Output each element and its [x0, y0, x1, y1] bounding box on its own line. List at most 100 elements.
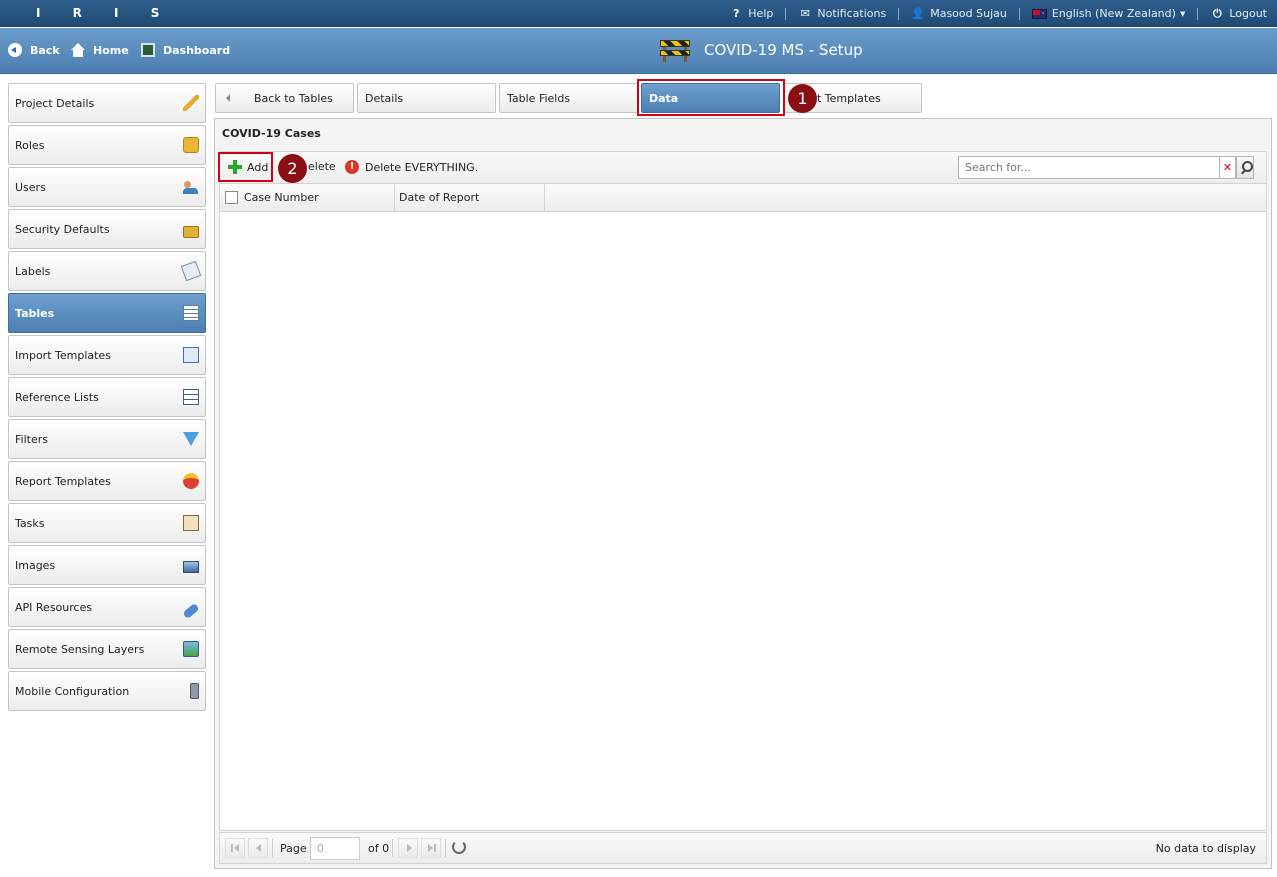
lock-icon	[183, 226, 199, 238]
sidebar-item-remote-sensing-layers[interactable]: Remote Sensing Layers	[8, 629, 206, 669]
top-divider	[785, 7, 787, 20]
sidebar-item-security-defaults[interactable]: Security Defaults	[8, 209, 206, 249]
brand-logo: I R I S	[36, 6, 174, 20]
back-button[interactable]: Back	[8, 43, 60, 57]
sidebar-item-filters[interactable]: Filters	[8, 419, 206, 459]
step-marker-2: 2	[278, 154, 307, 183]
notifications-label: Notifications	[817, 7, 887, 20]
home-button[interactable]: Home	[71, 43, 129, 57]
pager-status: No data to display	[1155, 842, 1256, 855]
tab-label: t Templates	[817, 91, 881, 105]
user-name: Masood Sujau	[930, 7, 1007, 20]
delete-everything-label: Delete EVERYTHING.	[365, 160, 479, 174]
tab-details[interactable]: Details	[357, 83, 496, 113]
sidebar-item-report-templates[interactable]: Report Templates	[8, 461, 206, 501]
tasks-icon	[183, 515, 199, 531]
tab-label: Details	[365, 91, 404, 105]
top-links: ? Help ✉ Notifications 👤 Masood Sujau En…	[729, 0, 1267, 27]
sidebar-item-labels[interactable]: Labels	[8, 251, 206, 291]
tab-back-to-tables[interactable]: Back to Tables	[215, 83, 354, 113]
table-icon	[183, 305, 199, 321]
sidebar-item-label: Users	[15, 180, 46, 194]
back-label: Back	[30, 43, 60, 57]
top-divider	[1197, 7, 1199, 20]
sidebar-item-users[interactable]: Users	[8, 167, 206, 207]
sidebar-item-label: Import Templates	[15, 348, 111, 362]
panel-title: COVID-19 Cases	[222, 127, 321, 140]
help-link[interactable]: ? Help	[729, 7, 773, 21]
refresh-icon[interactable]	[452, 840, 466, 854]
envelope-icon: ✉	[800, 6, 810, 20]
top-divider	[898, 7, 900, 20]
pencil-icon	[183, 95, 199, 111]
next-page-button[interactable]	[398, 838, 418, 858]
search-input[interactable]	[958, 156, 1220, 179]
sidebar-item-label: Security Defaults	[15, 222, 110, 236]
highlight-box	[218, 152, 273, 182]
label-icon	[180, 260, 202, 282]
user-icon: 👤	[911, 6, 926, 20]
sidebar-item-label: Tasks	[15, 516, 45, 530]
layers-icon	[183, 641, 199, 657]
last-page-button[interactable]	[421, 838, 441, 858]
logout-label: Logout	[1229, 7, 1267, 20]
delete-everything-button[interactable]: ! Delete EVERYTHING.	[345, 160, 478, 174]
page-number-input[interactable]	[310, 837, 360, 860]
sidebar-item-mobile-configuration[interactable]: Mobile Configuration	[8, 671, 206, 711]
logout-link[interactable]: ⏻ Logout	[1210, 7, 1267, 21]
pager: Page of 0 No data to display	[219, 832, 1267, 864]
column-label: Date of Report	[399, 191, 480, 204]
home-label: Home	[93, 43, 129, 57]
delete-button[interactable]: elete	[308, 160, 336, 173]
top-bar: I R I S ? Help ✉ Notifications 👤 Masood …	[0, 0, 1277, 27]
tab-label: Back to Tables	[254, 91, 333, 105]
user-menu[interactable]: 👤 Masood Sujau	[911, 6, 1007, 21]
sidebar-item-label: Reference Lists	[15, 390, 99, 404]
sidebar-item-tables[interactable]: Tables	[8, 293, 206, 333]
grid-toolbar: Add elete ! Delete EVERYTHING. ✕	[219, 151, 1267, 183]
sidebar-item-project-details[interactable]: Project Details	[8, 83, 206, 123]
help-icon: ?	[733, 6, 740, 20]
tab-label: Table Fields	[507, 91, 571, 105]
warning-icon: !	[345, 160, 359, 174]
image-icon	[183, 561, 199, 573]
api-icon	[182, 602, 200, 620]
construction-barrier-icon	[660, 38, 690, 62]
sidebar-item-label: Mobile Configuration	[15, 684, 130, 698]
column-header-date-of-report[interactable]: Date of Report	[395, 184, 545, 211]
search-icon[interactable]	[1236, 156, 1254, 179]
sidebar-item-tasks[interactable]: Tasks	[8, 503, 206, 543]
sidebar-item-api-resources[interactable]: API Resources	[8, 587, 206, 627]
sidebar-item-roles[interactable]: Roles	[8, 125, 206, 165]
select-all-checkbox[interactable]	[225, 191, 238, 204]
language-select[interactable]: English (New Zealand) ▼	[1031, 7, 1185, 20]
prev-page-button[interactable]	[248, 838, 268, 858]
badge-icon	[183, 137, 199, 153]
sidebar-item-images[interactable]: Images	[8, 545, 206, 585]
notifications-link[interactable]: ✉ Notifications	[798, 7, 886, 21]
dashboard-icon	[141, 43, 155, 57]
flag-icon	[1031, 8, 1047, 19]
sidebar-item-label: Images	[15, 558, 56, 572]
sidebar-item-import-templates[interactable]: Import Templates	[8, 335, 206, 375]
first-page-button[interactable]	[225, 838, 245, 858]
import-icon	[183, 347, 199, 363]
page-label: Page	[280, 842, 307, 855]
table-data-panel: COVID-19 Cases Add elete ! Delete EVERYT…	[214, 118, 1272, 869]
clear-search-icon[interactable]: ✕	[1220, 156, 1236, 179]
tab-table-fields[interactable]: Table Fields	[499, 83, 638, 113]
column-header-case-number[interactable]: Case Number	[220, 184, 395, 211]
back-arrow-icon	[8, 43, 22, 57]
report-icon	[183, 473, 199, 489]
sidebar-item-reference-lists[interactable]: Reference Lists	[8, 377, 206, 417]
sidebar-item-label: API Resources	[15, 600, 93, 614]
dashboard-button[interactable]: Dashboard	[141, 43, 230, 57]
delete-label: elete	[308, 160, 336, 173]
column-label: Case Number	[244, 191, 319, 204]
page-count: of 0	[368, 842, 390, 855]
pager-divider	[445, 839, 446, 857]
highlight-box	[637, 79, 785, 116]
chevron-left-icon	[226, 94, 230, 102]
grid-header: Case Number Date of Report	[220, 184, 1266, 212]
language-label: English (New Zealand)	[1051, 7, 1176, 20]
